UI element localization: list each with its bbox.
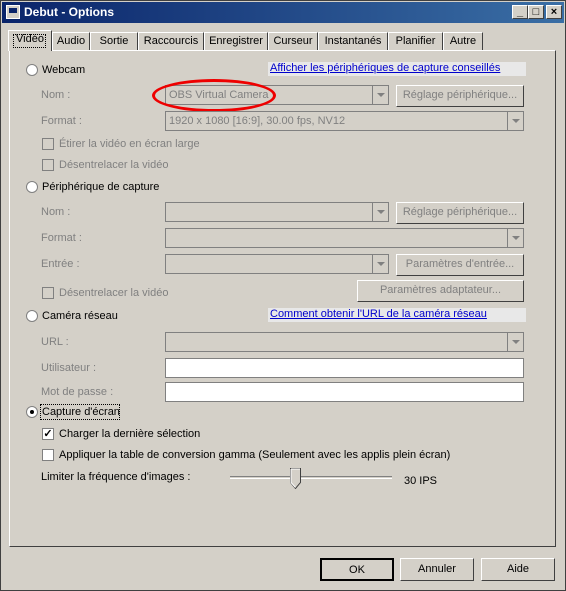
focus-outline <box>13 34 46 48</box>
webcam-radio[interactable] <box>26 64 38 76</box>
webcam-device-settings-button[interactable]: Réglage périphérique... <box>396 85 524 107</box>
url-select[interactable] <box>165 332 524 352</box>
tab-sortie[interactable]: Sortie <box>90 32 138 50</box>
minimize-button[interactable]: _ <box>512 5 528 19</box>
gamma-table-checkbox[interactable] <box>42 449 54 461</box>
network-camera-radio-label: Caméra réseau <box>42 310 118 322</box>
tab-enregistrer[interactable]: Enregistrer <box>204 32 268 50</box>
capture-name-label: Nom : <box>41 206 71 218</box>
tab-label: Audio <box>56 35 86 47</box>
tab-label: Autre <box>449 35 477 47</box>
adapter-params-button[interactable]: Paramètres adaptateur... <box>357 280 524 302</box>
tab-raccourcis[interactable]: Raccourcis <box>138 32 204 50</box>
capture-device-radio[interactable] <box>26 181 38 193</box>
tab-label: Instantanés <box>324 35 382 47</box>
capture-format-select[interactable] <box>165 228 524 248</box>
load-last-selection-checkbox[interactable]: ✓ <box>42 428 54 440</box>
title-bar[interactable]: Debut - Options _ □ × <box>2 2 564 23</box>
close-button[interactable]: × <box>546 5 562 19</box>
app-icon <box>6 5 20 19</box>
tab-instantanes[interactable]: Instantanés <box>318 32 388 50</box>
tab-autre[interactable]: Autre <box>443 32 483 50</box>
capture-format-label: Format : <box>41 232 82 244</box>
framerate-slider-thumb[interactable] <box>290 468 301 489</box>
capture-device-radio-label: Périphérique de capture <box>42 181 160 193</box>
tab-label: Raccourcis <box>143 35 199 47</box>
webcam-format-label: Format : <box>41 115 82 127</box>
tab-label: Sortie <box>99 35 129 47</box>
password-label: Mot de passe : <box>41 386 114 398</box>
gamma-table-label: Appliquer la table de conversion gamma (… <box>59 449 451 461</box>
webcam-format-select[interactable]: 1920 x 1080 [16:9], 30.00 fps, NV12 <box>165 111 524 131</box>
framerate-slider-track[interactable] <box>230 476 392 479</box>
user-label: Utilisateur : <box>41 362 97 374</box>
help-button[interactable]: Aide <box>481 558 555 581</box>
capture-input-select[interactable] <box>165 254 389 274</box>
tab-video[interactable]: Vidéo <box>8 30 52 51</box>
capture-deinterlace-checkbox[interactable] <box>42 287 54 299</box>
red-highlight-ellipse <box>152 79 276 112</box>
ok-button[interactable]: OK <box>320 558 394 581</box>
capture-input-label: Entrée : <box>41 258 80 270</box>
tab-planifier[interactable]: Planifier <box>388 32 443 50</box>
framerate-limit-label: Limiter la fréquence d'images : <box>41 471 191 483</box>
screen-capture-radio[interactable] <box>26 406 38 418</box>
chevron-down-icon <box>372 203 388 221</box>
chevron-down-icon <box>507 333 523 351</box>
tab-label: Curseur <box>273 35 313 47</box>
url-label: URL : <box>41 336 69 348</box>
user-input[interactable] <box>165 358 524 378</box>
framerate-value: 30 IPS <box>404 475 438 487</box>
chevron-down-icon <box>372 86 388 104</box>
chevron-down-icon <box>372 255 388 273</box>
window-title: Debut - Options <box>24 5 114 19</box>
capture-deinterlace-label: Désentrelacer la vidéo <box>59 287 169 299</box>
tab-label: Planifier <box>395 35 436 47</box>
webcam-deinterlace-checkbox[interactable] <box>42 159 54 171</box>
tab-audio[interactable]: Audio <box>52 32 90 50</box>
capture-name-select[interactable] <box>165 202 389 222</box>
network-camera-url-link[interactable]: Comment obtenir l'URL de la caméra résea… <box>268 308 526 322</box>
input-params-button[interactable]: Paramètres d'entrée... <box>396 254 524 276</box>
recommended-devices-link[interactable]: Afficher les périphériques de capture co… <box>268 62 526 76</box>
tab-curseur[interactable]: Curseur <box>268 32 318 50</box>
load-last-selection-label: Charger la dernière sélection <box>59 428 201 440</box>
webcam-name-label: Nom : <box>41 89 71 101</box>
webcam-radio-label: Webcam <box>42 64 86 76</box>
network-camera-radio[interactable] <box>26 310 38 322</box>
stretch-widescreen-label: Étirer la vidéo en écran large <box>59 138 200 150</box>
password-input[interactable] <box>165 382 524 402</box>
chevron-down-icon <box>507 229 523 247</box>
webcam-format-value: 1920 x 1080 [16:9], 30.00 fps, NV12 <box>169 115 346 127</box>
chevron-down-icon <box>507 112 523 130</box>
webcam-deinterlace-label: Désentrelacer la vidéo <box>59 159 169 171</box>
capture-device-settings-button[interactable]: Réglage périphérique... <box>396 202 524 224</box>
maximize-button[interactable]: □ <box>528 5 544 19</box>
stretch-widescreen-checkbox[interactable] <box>42 138 54 150</box>
focus-outline <box>40 404 120 420</box>
tab-label: Enregistrer <box>209 35 263 47</box>
cancel-button[interactable]: Annuler <box>400 558 474 581</box>
